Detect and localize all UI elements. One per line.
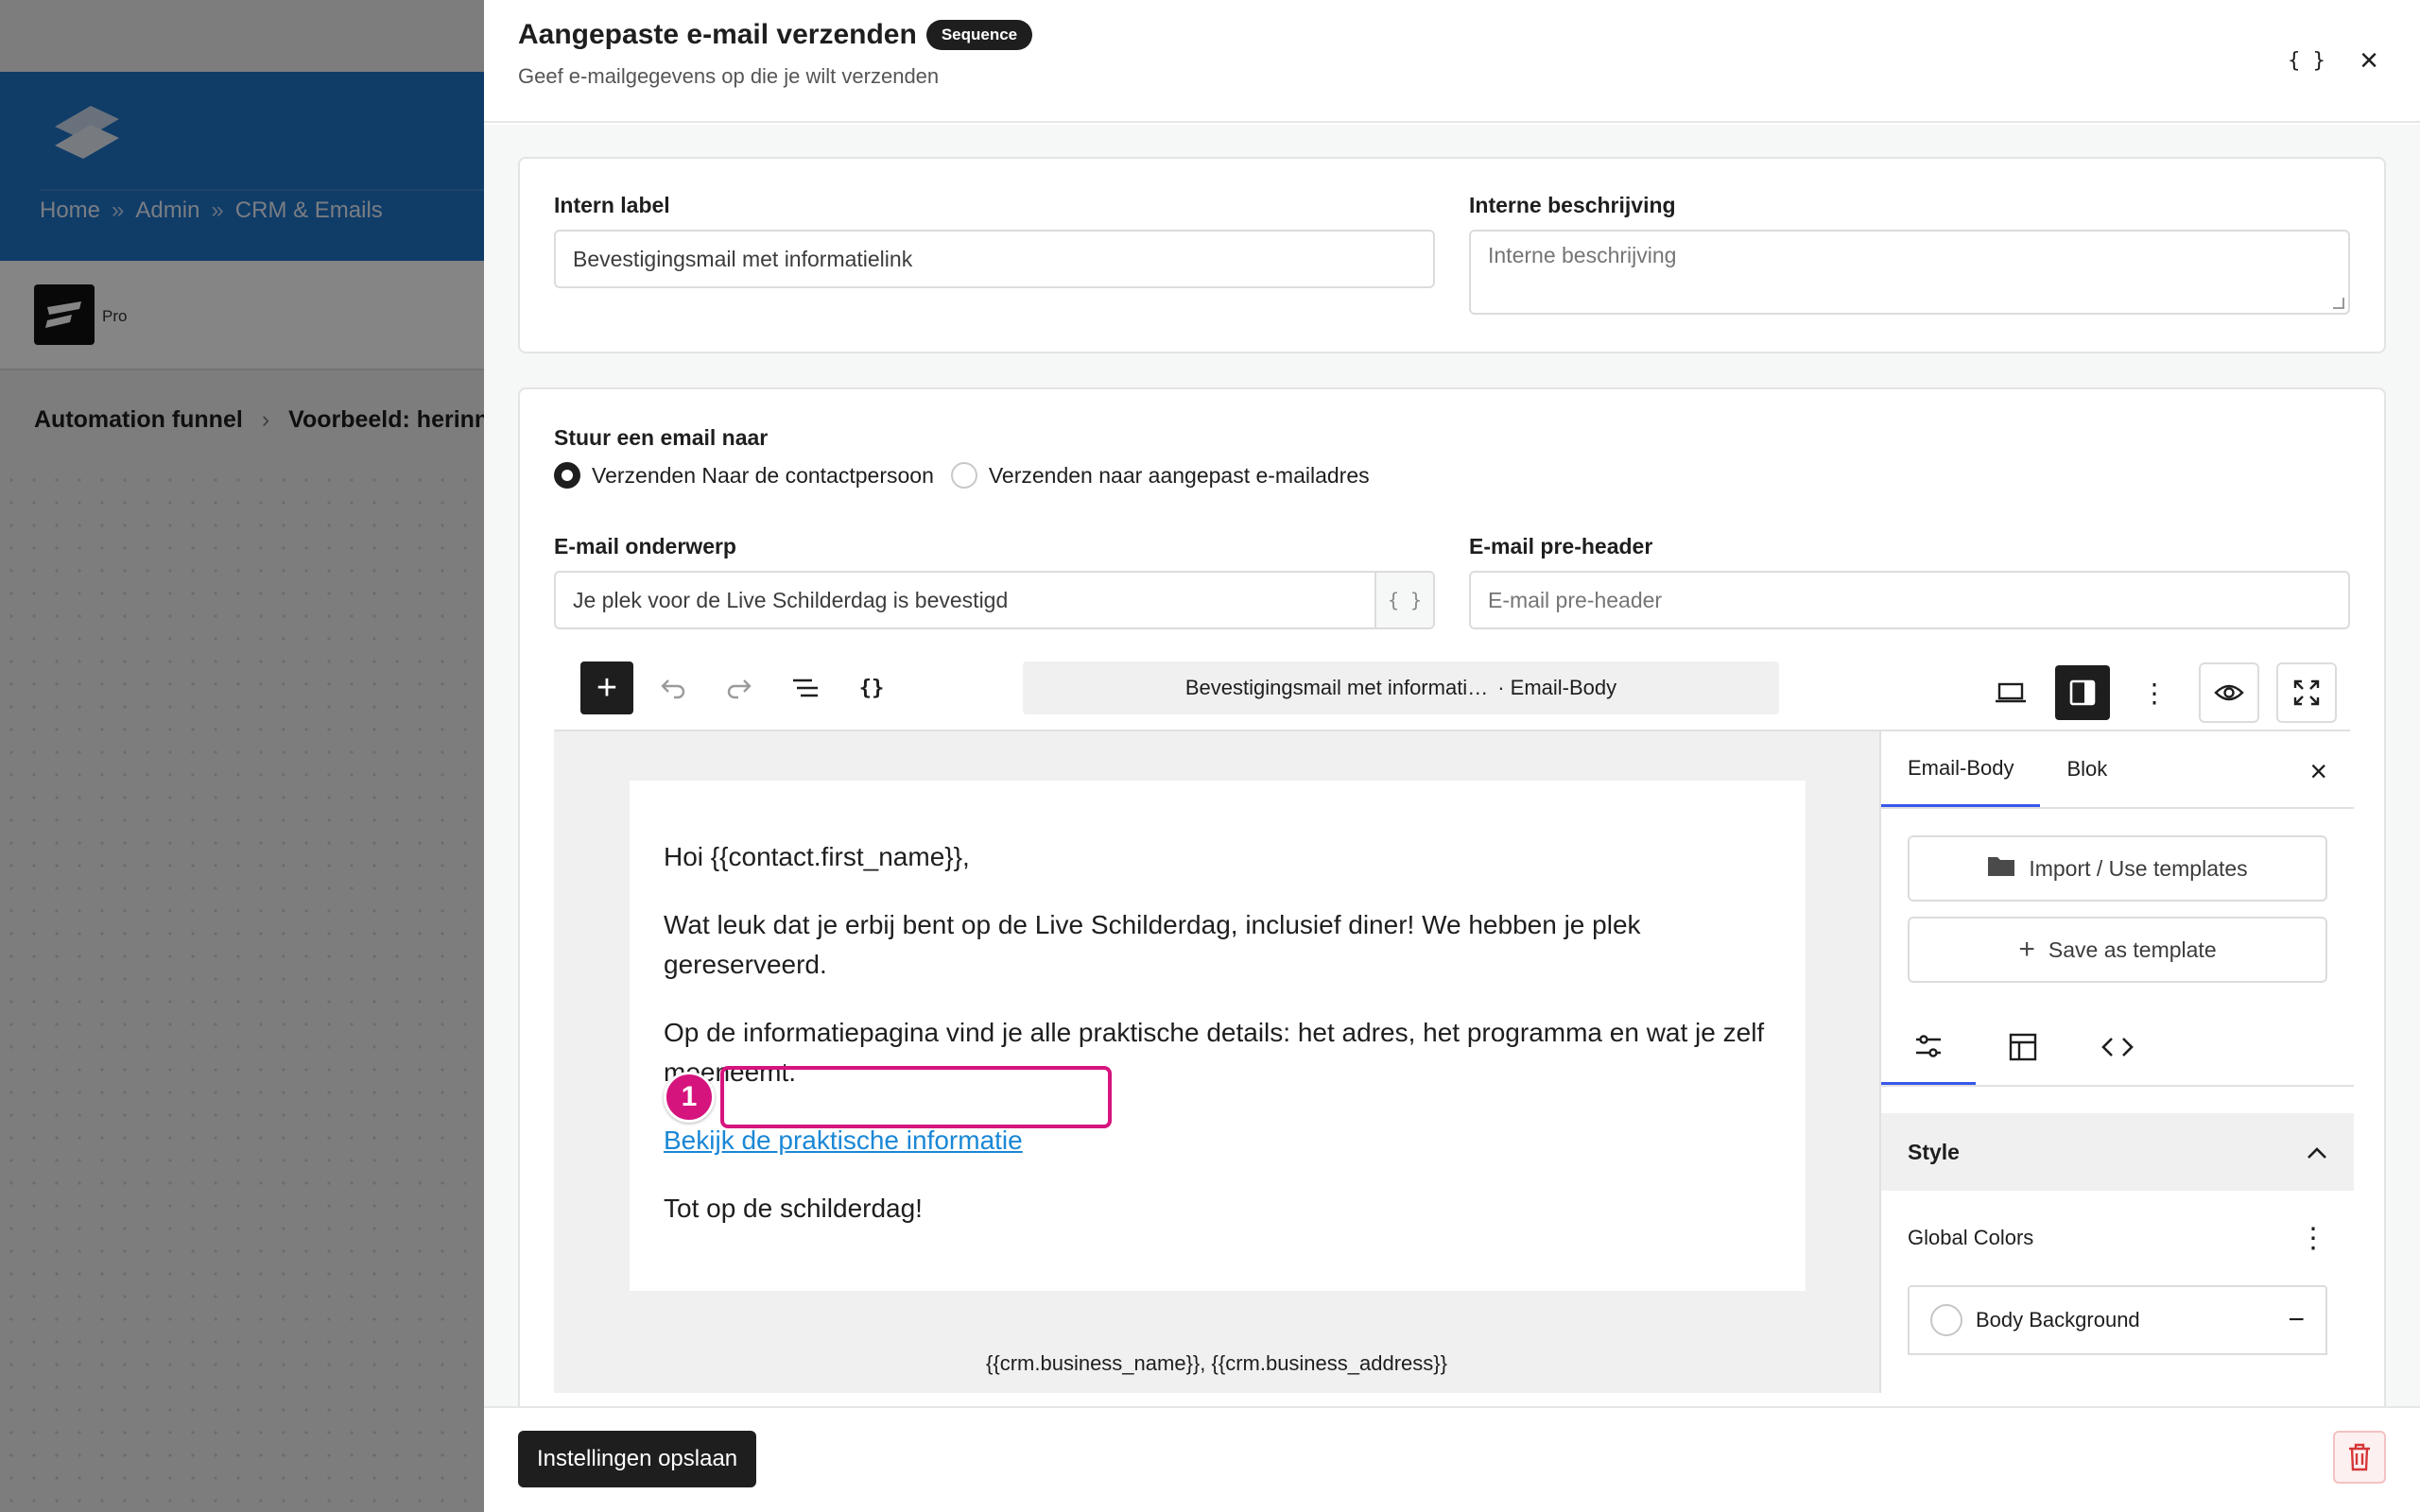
settings-sidebar: Email-Body Blok × Import / Use templates… (1879, 731, 2354, 1393)
sequence-badge: Sequence (925, 20, 1033, 50)
drawer-body: Intern label Bevestigingsmail met inform… (484, 125, 2420, 1406)
drawer-footer: Instellingen opslaan (484, 1406, 2420, 1512)
global-colors-menu-icon[interactable]: ⋮ (2299, 1222, 2327, 1255)
layout-icon[interactable] (1976, 1009, 2070, 1085)
close-sidebar-icon[interactable]: × (2309, 754, 2327, 789)
delete-button[interactable] (2333, 1431, 2386, 1484)
plus-icon: + (2018, 934, 2035, 965)
code-icon[interactable] (2070, 1009, 2165, 1085)
email-closing[interactable]: Tot op de schilderdag! (664, 1189, 1772, 1228)
close-drawer-button[interactable]: × (2350, 42, 2388, 79)
document-title: Bevestigingsmail met informati… (1184, 676, 1489, 699)
folder-icon (1987, 852, 2015, 885)
document-title-bar[interactable]: Bevestigingsmail met informati… · Email-… (1023, 662, 1779, 714)
radio-selected-icon[interactable] (554, 462, 580, 489)
radio-send-to-custom[interactable]: Verzenden naar aangepast e-mailadres (950, 462, 1370, 489)
email-editor: + {} Bevestigingsmail met informati… · E… (554, 646, 2354, 1406)
beschrijving-textarea[interactable]: Interne beschrijving (1469, 230, 2350, 315)
save-as-template-button[interactable]: + Save as template (1908, 917, 2327, 983)
send-to-radio-group: Verzenden Naar de contactpersoon Verzend… (554, 462, 2350, 489)
preview-eye-icon[interactable] (2199, 662, 2259, 723)
email-canvas: Hoi {{contact.first_name}}, Wat leuk dat… (554, 731, 1879, 1393)
beschrijving-label: Interne beschrijving (1469, 193, 1676, 217)
list-view-icon[interactable] (779, 662, 832, 714)
intern-label-input[interactable]: Bevestigingsmail met informatielink (554, 230, 1435, 288)
editor-toolbar: + {} Bevestigingsmail met informati… · E… (554, 646, 2350, 731)
intern-label-label: Intern label (554, 193, 670, 217)
sidebar-tabs: Email-Body Blok × (1881, 731, 2354, 809)
style-panel-header[interactable]: Style (1881, 1113, 2354, 1191)
desktop-preview-icon[interactable] (1983, 665, 2038, 720)
step-marker: 1 (664, 1072, 715, 1123)
email-greeting[interactable]: Hoi {{contact.first_name}}, (664, 837, 1772, 877)
email-info-link[interactable]: Bekijk de praktische informatie (664, 1125, 1023, 1155)
label-card: Intern label Bevestigingsmail met inform… (518, 157, 2386, 353)
email-paragraph-1[interactable]: Wat leuk dat je erbij bent op de Live Sc… (664, 905, 1772, 985)
link-highlight-box (720, 1066, 1112, 1128)
email-content-block[interactable]: Hoi {{contact.first_name}}, Wat leuk dat… (630, 781, 1806, 1291)
subject-label: E-mail onderwerp (554, 534, 736, 558)
email-card: Stuur een email naar Verzenden Naar de c… (518, 387, 2386, 1406)
email-footer-merge-tags[interactable]: {{crm.business_name}}, {{crm.business_ad… (554, 1351, 1879, 1376)
minus-icon[interactable]: − (2288, 1304, 2305, 1336)
redo-icon[interactable] (713, 662, 766, 714)
radio-unselected-icon[interactable] (950, 462, 977, 489)
drawer-subtitle: Geef e-mailgegevens op die je wilt verze… (518, 64, 940, 88)
color-swatch[interactable] (1930, 1304, 1962, 1336)
fullscreen-icon[interactable] (2276, 662, 2337, 723)
save-settings-button[interactable]: Instellingen opslaan (518, 1431, 757, 1487)
tab-email-body[interactable]: Email-Body (1881, 731, 2041, 807)
drawer-header: Aangepaste e-mail verzenden Sequence Gee… (484, 0, 2420, 123)
body-background-row[interactable]: Body Background − (1908, 1285, 2327, 1355)
send-to-label: Stuur een email naar (554, 425, 769, 450)
chevron-up-icon[interactable] (2307, 1140, 2327, 1165)
modal-overlay[interactable] (0, 0, 484, 1512)
merge-tags-icon[interactable]: {} (845, 662, 898, 714)
global-colors-row: Global Colors ⋮ (1908, 1222, 2327, 1255)
subject-field: Je plek voor de Live Schilderdag is beve… (554, 571, 1435, 629)
settings-panel-toggle-icon[interactable] (2055, 665, 2110, 720)
tab-blok[interactable]: Blok (2040, 731, 2134, 807)
sidebar-icon-tabs (1881, 1009, 2354, 1087)
more-options-icon[interactable]: ⋮ (2127, 665, 2182, 720)
trash-icon (2349, 1443, 2370, 1471)
preheader-label: E-mail pre-header (1469, 534, 1653, 558)
drawer-title: Aangepaste e-mail verzenden (518, 19, 917, 50)
preheader-input[interactable]: E-mail pre-header (1469, 571, 2350, 629)
document-subtitle: · Email-Body (1497, 676, 1617, 699)
import-templates-button[interactable]: Import / Use templates (1908, 835, 2327, 902)
radio-send-to-contact[interactable]: Verzenden Naar de contactpersoon (554, 462, 934, 489)
email-drawer: Aangepaste e-mail verzenden Sequence Gee… (484, 0, 2420, 1512)
merge-tag-button[interactable]: { } (1374, 573, 1433, 627)
subject-input[interactable]: Je plek voor de Live Schilderdag is beve… (556, 573, 1374, 627)
style-settings-icon[interactable] (1881, 1009, 1976, 1085)
beschrijving-placeholder: Interne beschrijving (1488, 243, 1677, 267)
code-view-button[interactable]: { } (2288, 42, 2325, 79)
undo-icon[interactable] (647, 662, 700, 714)
add-block-button[interactable]: + (580, 662, 633, 714)
resize-handle-icon[interactable] (2333, 298, 2344, 309)
